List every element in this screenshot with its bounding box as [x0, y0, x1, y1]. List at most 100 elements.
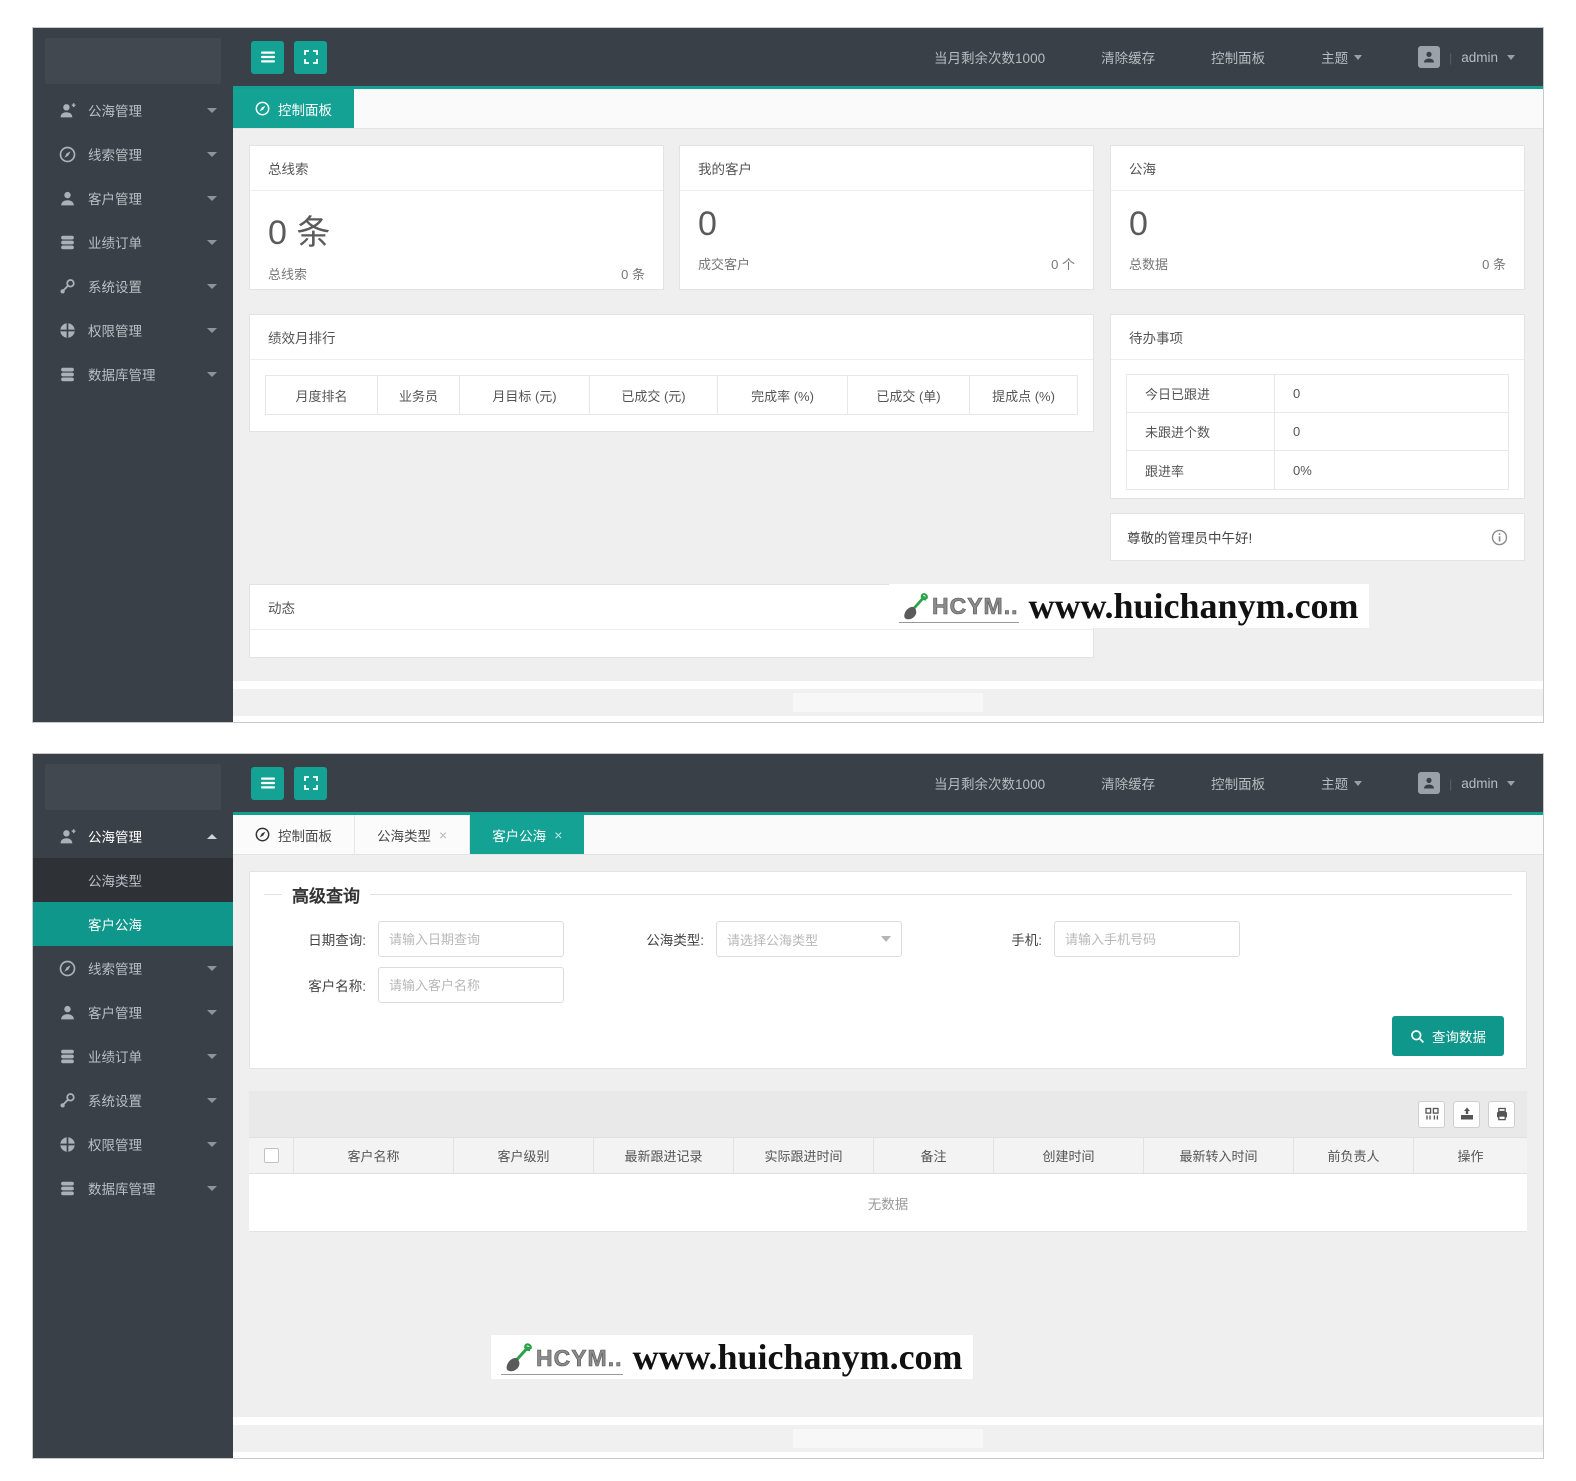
- control-panel-link[interactable]: 控制面板: [1211, 773, 1265, 793]
- chevron-down-icon: [207, 107, 217, 113]
- submenu-item-pool-type[interactable]: 公海类型: [33, 858, 233, 902]
- theme-menu[interactable]: 主题: [1321, 47, 1363, 67]
- customer-name-input[interactable]: [378, 967, 564, 1003]
- tab-bar: 控制面板: [233, 89, 1543, 129]
- export-button[interactable]: [1453, 1100, 1480, 1128]
- print-button[interactable]: [1488, 1100, 1515, 1128]
- logo-area: [45, 38, 221, 84]
- column-header: 提成点 (%): [992, 388, 1055, 404]
- close-icon[interactable]: [554, 828, 562, 842]
- chevron-down-icon: [207, 1009, 217, 1015]
- date-query-input[interactable]: [378, 921, 564, 957]
- table-header-row: 客户名称 客户级别 最新跟进记录 实际跟进时间 备注 创建时间 最新转入时间 前…: [249, 1137, 1527, 1174]
- fullscreen-button[interactable]: [294, 766, 327, 800]
- query-fieldset: 高级查询: [264, 882, 1512, 907]
- column-header: 操作: [1413, 1138, 1527, 1173]
- stat-card-customers: 我的客户 0 成交客户 0 个: [679, 145, 1094, 290]
- fullscreen-icon: [303, 776, 318, 790]
- sidebar-item-leads[interactable]: 线索管理: [33, 132, 233, 176]
- ranking-card: 绩效月排行 月度排名 业务员 月目标 (元) 已成交 (元) 完成率 (%) 已…: [249, 314, 1094, 432]
- column-header: 业务员: [378, 376, 460, 414]
- watermark-brand: HCYM..: [536, 1344, 623, 1371]
- column-header: 最新转入时间: [1143, 1138, 1293, 1173]
- footer-chip: [793, 1429, 983, 1448]
- sidebar-item-customers[interactable]: 客户管理: [33, 176, 233, 220]
- chevron-down-icon: [207, 965, 217, 971]
- username: admin: [1461, 49, 1498, 65]
- tab-pool-type[interactable]: 公海类型: [355, 815, 471, 854]
- submenu-item-customer-pool[interactable]: 客户公海: [33, 902, 233, 946]
- sidebar-item-settings[interactable]: 系统设置: [33, 1078, 233, 1122]
- watermark-site: www.huichanym.com: [632, 1337, 963, 1377]
- watermark-logo: HCYM..: [501, 1340, 623, 1375]
- sidebar-item-database[interactable]: 数据库管理: [33, 1166, 233, 1210]
- sidebar-item-permissions[interactable]: 权限管理: [33, 1122, 233, 1166]
- database-icon: [61, 1181, 74, 1195]
- user-plus-icon: [59, 102, 76, 118]
- sidebar-item-customers[interactable]: 客户管理: [33, 990, 233, 1034]
- columns-button[interactable]: [1418, 1100, 1445, 1128]
- user-menu[interactable]: admin: [1418, 772, 1515, 794]
- search-button-label: 查询数据: [1432, 1030, 1486, 1045]
- column-header: 备注: [873, 1138, 993, 1173]
- sidebar-item-settings[interactable]: 系统设置: [33, 264, 233, 308]
- sidebar-item-database[interactable]: 数据库管理: [33, 352, 233, 396]
- watermark: HCYM.. www.huichanym.com: [491, 1335, 973, 1379]
- watermark-brand: HCYM..: [932, 592, 1019, 619]
- todo-label: 未跟进个数: [1127, 413, 1275, 450]
- sidebar-item-public-pool[interactable]: 公海管理: [33, 88, 233, 132]
- close-icon[interactable]: [439, 828, 447, 842]
- search-data-button[interactable]: 查询数据: [1392, 1016, 1504, 1056]
- sidebar-item-orders[interactable]: 业绩订单: [33, 1034, 233, 1078]
- fullscreen-button[interactable]: [294, 40, 327, 74]
- username: admin: [1461, 775, 1498, 791]
- customer-name-label: 客户名称:: [308, 979, 366, 994]
- tab-control-panel[interactable]: 控制面板: [233, 815, 355, 854]
- logo-area: [45, 764, 221, 810]
- stat-footer-value: 0 个: [1051, 257, 1075, 272]
- sidebar-item-public-pool[interactable]: 公海管理: [33, 814, 233, 858]
- chevron-down-icon: [207, 283, 217, 289]
- menu-toggle-button[interactable]: [251, 766, 284, 800]
- select-all-checkbox[interactable]: [263, 1148, 279, 1163]
- column-header: 最新跟进记录: [593, 1138, 733, 1173]
- sidebar-item-orders[interactable]: 业绩订单: [33, 220, 233, 264]
- key-icon: [59, 278, 75, 294]
- query-legend: 高级查询: [292, 887, 360, 906]
- theme-menu[interactable]: 主题: [1321, 773, 1363, 793]
- chevron-down-icon: [1507, 54, 1515, 60]
- page: 公海管理 线索管理 客户管理 业绩订单 系统设置 权限管理 数据库管理 当月剩余…: [0, 0, 1576, 1481]
- columns-icon: [1424, 1107, 1439, 1121]
- compass-icon: [255, 827, 270, 842]
- clear-cache-link[interactable]: 清除缓存: [1101, 47, 1155, 67]
- stat-footer-label: 成交客户: [698, 257, 751, 272]
- database-icon: [61, 235, 74, 249]
- footer: [233, 1417, 1543, 1458]
- todo-label: 今日已跟进: [1127, 375, 1275, 412]
- sidebar-item-permissions[interactable]: 权限管理: [33, 308, 233, 352]
- separator: [1449, 50, 1452, 65]
- column-header: 客户级别: [453, 1138, 593, 1173]
- sidebar-item-leads[interactable]: 线索管理: [33, 946, 233, 990]
- info-icon[interactable]: [1491, 529, 1508, 546]
- avatar-icon: [1424, 51, 1435, 63]
- control-panel-link[interactable]: 控制面板: [1211, 47, 1265, 67]
- compass-icon: [255, 101, 270, 116]
- avatar: [1418, 46, 1441, 68]
- chevron-down-icon: [207, 239, 217, 245]
- phone-input[interactable]: [1054, 921, 1240, 957]
- tab-control-panel[interactable]: 控制面板: [233, 89, 354, 128]
- tab-customer-pool[interactable]: 客户公海: [470, 815, 585, 854]
- dashboard-screenshot: 公海管理 线索管理 客户管理 业绩订单 系统设置 权限管理 数据库管理 当月剩余…: [32, 27, 1544, 723]
- export-icon: [1460, 1107, 1473, 1120]
- shovel-icon: [902, 592, 929, 620]
- topbar-menu: 当月剩余次数1000 清除缓存 控制面板 主题 admin: [934, 772, 1515, 794]
- menu-toggle-button[interactable]: [251, 40, 284, 74]
- column-header: 月度排名: [266, 376, 378, 414]
- footer: [233, 681, 1543, 722]
- column-header: 月目标 (元): [460, 376, 590, 414]
- column-header: 实际跟进时间: [733, 1138, 873, 1173]
- clear-cache-link[interactable]: 清除缓存: [1101, 773, 1155, 793]
- user-menu[interactable]: admin: [1418, 46, 1515, 68]
- pool-type-select[interactable]: 请选择公海类型: [716, 921, 902, 957]
